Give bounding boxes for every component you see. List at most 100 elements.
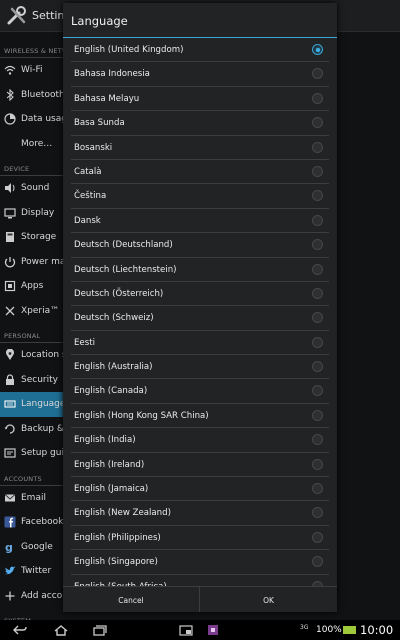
settings-item[interactable]: Storage — [0, 225, 64, 250]
google-icon: g — [5, 541, 13, 553]
language-option-label: English (Singapore) — [74, 557, 158, 568]
settings-item[interactable]: Email — [0, 486, 64, 511]
radio-button[interactable] — [312, 434, 323, 446]
language-option[interactable]: Čeština — [71, 184, 329, 209]
settings-item-label: Display — [21, 207, 55, 218]
language-option[interactable]: English (India) — [71, 428, 329, 453]
language-option[interactable]: Basa Sunda — [71, 111, 329, 136]
language-option[interactable]: Eesti — [71, 331, 329, 356]
settings-section-header: Device — [0, 156, 64, 176]
language-option[interactable]: Deutsch (Österreich) — [71, 282, 329, 307]
radio-button[interactable] — [312, 141, 323, 153]
settings-item[interactable]: Xperia™ — [0, 299, 64, 324]
radio-button[interactable] — [312, 336, 323, 348]
small-apps-icon[interactable] — [178, 624, 194, 636]
language-option[interactable]: Català — [71, 160, 329, 185]
language-option[interactable]: Bahasa Indonesia — [71, 62, 329, 87]
settings-item-label: Location services — [21, 350, 64, 360]
radio-button[interactable] — [312, 361, 323, 373]
home-icon[interactable] — [53, 624, 69, 636]
language-option[interactable]: Bahasa Melayu — [71, 87, 329, 112]
language-list[interactable]: English (United Kingdom) Bahasa Indonesia… — [63, 38, 337, 586]
settings-item[interactable]: g Google — [0, 535, 64, 560]
language-option[interactable]: English (Canada) — [71, 379, 329, 404]
back-icon[interactable] — [12, 624, 28, 636]
language-option[interactable]: English (Ireland) — [71, 453, 329, 478]
settings-item-label: Wi-Fi — [21, 65, 43, 75]
radio-button[interactable] — [312, 263, 323, 275]
settings-list: Wireless & networks Wi-Fi Bluetooth Data us… — [0, 38, 64, 628]
radio-button[interactable] — [312, 165, 323, 177]
settings-item[interactable]: Bluetooth — [0, 83, 64, 108]
radio-button[interactable] — [312, 190, 323, 202]
dialog-button-bar: Cancel OK — [63, 586, 337, 612]
settings-item[interactable]: Setup guide — [0, 441, 64, 466]
radio-button[interactable] — [312, 312, 323, 324]
keyboard-icon — [4, 400, 16, 408]
settings-item[interactable]: Twitter — [0, 559, 64, 584]
language-option[interactable]: English (New Zealand) — [71, 501, 329, 526]
dialog-title: Language — [71, 14, 128, 28]
setup-guide-icon — [4, 448, 16, 458]
apps-icon — [4, 280, 16, 292]
settings-item-label: Power management — [21, 256, 64, 267]
signal-indicator: 3G — [300, 624, 309, 631]
radio-button[interactable] — [312, 531, 323, 543]
language-option-label: Basa Sunda — [74, 118, 125, 129]
settings-item[interactable]: Data usage — [0, 107, 64, 132]
language-option[interactable]: Deutsch (Deutschland) — [71, 233, 329, 258]
language-option[interactable]: English (South Africa) — [71, 575, 329, 586]
language-option-label: Català — [74, 166, 102, 177]
language-option[interactable]: English (Hong Kong SAR China) — [71, 404, 329, 429]
language-option[interactable]: Dansk — [71, 209, 329, 234]
radio-button[interactable] — [312, 483, 323, 495]
language-option[interactable]: English (Australia) — [71, 355, 329, 380]
radio-button[interactable] — [312, 44, 323, 55]
radio-button[interactable] — [312, 68, 323, 80]
language-option-label: English (Hong Kong SAR China) — [74, 410, 209, 421]
settings-item-label: Backup & reset — [21, 423, 64, 434]
language-option[interactable]: Deutsch (Schweiz) — [71, 306, 329, 331]
sound-icon — [5, 183, 15, 193]
radio-button[interactable] — [312, 409, 323, 421]
power-icon — [4, 256, 16, 267]
settings-item[interactable]: Apps — [0, 274, 64, 299]
settings-tools-icon[interactable] — [6, 5, 28, 27]
settings-item[interactable]: Language & input — [0, 392, 64, 417]
language-option[interactable]: Deutsch (Liechtenstein) — [71, 258, 329, 282]
radio-button[interactable] — [312, 287, 323, 299]
radio-button[interactable] — [312, 239, 323, 251]
settings-item[interactable]: Sound — [0, 176, 64, 201]
settings-item[interactable]: Display — [0, 201, 64, 226]
language-option[interactable]: English (Jamaica) — [71, 477, 329, 502]
settings-item[interactable]: Power management — [0, 250, 64, 275]
settings-item[interactable]: Security — [0, 368, 64, 393]
radio-button[interactable] — [312, 385, 323, 397]
language-option[interactable]: English (Philippines) — [71, 526, 329, 551]
language-dialog: Language English (United Kingdom) Bahasa … — [63, 3, 337, 612]
cancel-button[interactable]: Cancel — [63, 587, 200, 612]
radio-button[interactable] — [312, 117, 323, 129]
settings-item[interactable]: Location services — [0, 343, 64, 368]
language-option-label: English (Australia) — [74, 362, 153, 373]
settings-item[interactable]: Wi-Fi — [0, 58, 64, 83]
settings-item[interactable]: More… — [0, 132, 64, 157]
settings-item[interactable]: Add account — [0, 584, 64, 609]
language-option-label: Bahasa Indonesia — [74, 69, 150, 80]
notification-app-icon — [208, 625, 218, 635]
radio-button[interactable] — [312, 458, 323, 470]
settings-item-label: Apps — [21, 281, 44, 291]
settings-item-label: More… — [21, 138, 53, 149]
radio-button[interactable] — [312, 214, 323, 226]
radio-button[interactable] — [312, 507, 323, 519]
ok-button[interactable]: OK — [200, 587, 337, 612]
settings-item-label: Bluetooth — [21, 89, 64, 100]
radio-button[interactable] — [312, 92, 323, 104]
language-option[interactable]: Bosanski — [71, 136, 329, 160]
language-option[interactable]: English (Singapore) — [71, 550, 329, 575]
language-option[interactable]: English (United Kingdom) — [71, 38, 329, 63]
settings-item[interactable]: Backup & reset — [0, 417, 64, 442]
radio-button[interactable] — [312, 556, 323, 568]
settings-item[interactable]: Facebook — [0, 510, 64, 535]
recent-apps-icon[interactable] — [92, 624, 108, 636]
